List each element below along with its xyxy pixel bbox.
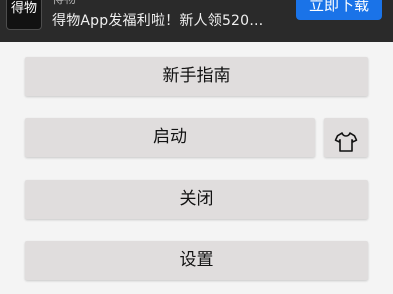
guide-button[interactable]: 新手指南 [25,57,368,96]
start-button[interactable]: 启动 [25,118,315,157]
download-button[interactable]: 立即下载 [296,0,382,20]
ad-banner[interactable]: 得物 得物 得物App发福利啦！新人领520… 立即下载 [0,0,393,42]
skin-button[interactable] [324,118,368,157]
banner-title: 得物 [52,0,76,7]
close-button[interactable]: 关闭 [25,180,368,219]
tshirt-icon [334,131,358,152]
banner-message: 得物App发福利啦！新人领520… [52,13,264,29]
app-logo: 得物 [6,0,42,30]
settings-button[interactable]: 设置 [25,241,368,280]
